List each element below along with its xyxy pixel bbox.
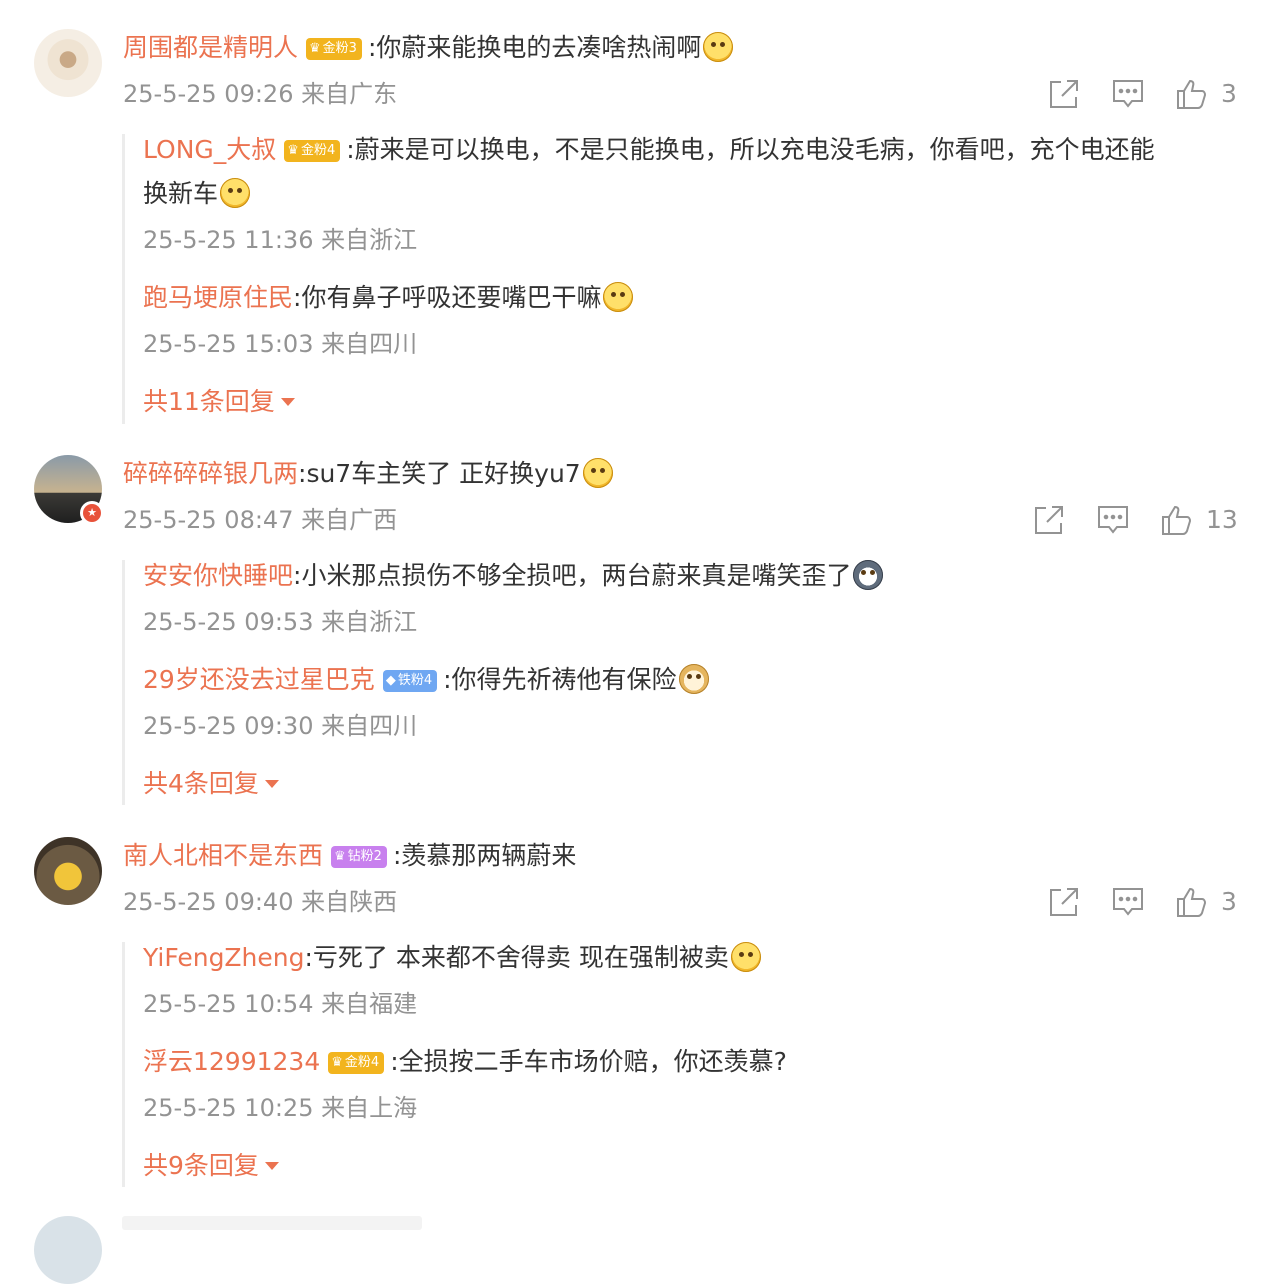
- username[interactable]: 南人北相不是东西: [123, 841, 323, 870]
- avatar[interactable]: [34, 1216, 102, 1284]
- comment-actions: 3: [1047, 76, 1237, 112]
- reply-username[interactable]: 安安你快睡吧: [143, 561, 293, 590]
- crying-laughing-face-icon: [730, 942, 761, 972]
- reply-username[interactable]: YiFengZheng: [143, 943, 305, 972]
- reply-line: 29岁还没去过星巴克 ◆ 铁粉4:你得先祈祷他有保险: [143, 663, 709, 697]
- tears-of-joy-face-icon: [582, 458, 613, 488]
- next-comment-peek: [122, 1216, 422, 1230]
- reply-line: 浮云12991234 ♛ 金粉4:全损按二手车市场价赔，你还羡慕?: [143, 1045, 787, 1079]
- comment-icon[interactable]: [1111, 885, 1145, 919]
- comment-text: :羡慕那两辆蔚来: [392, 841, 577, 870]
- reply-meta: 25-5-25 09:30 来自四川: [143, 712, 418, 740]
- reply-text: :全损按二手车市场价赔，你还羡慕?: [390, 1047, 787, 1076]
- reply-line: 安安你快睡吧:小米那点损伤不够全损吧，两台蔚来真是嘴笑歪了: [143, 559, 884, 593]
- comment-meta: 25-5-25 09:26 来自广东: [123, 80, 398, 108]
- caret-down-icon: [280, 398, 295, 406]
- more-replies-link[interactable]: 共9条回复: [143, 1149, 279, 1183]
- comment-meta: 25-5-25 08:47 来自广西: [123, 506, 398, 534]
- caret-down-icon: [264, 1162, 279, 1170]
- comment-line: 周围都是精明人 ♛ 金粉3:你蔚来能换电的去凑啥热闹啊: [123, 31, 734, 65]
- comment-text: :你蔚来能换电的去凑啥热闹啊: [367, 33, 702, 62]
- comment-icon[interactable]: [1096, 503, 1130, 537]
- reply-line: 跑马埂原住民:你有鼻子呼吸还要嘴巴干嘛: [143, 281, 634, 315]
- comment-line: 碎碎碎碎银几两:su7车主笑了 正好换yu7: [123, 457, 613, 491]
- reply-text: :蔚来是可以换电，不是只能换电，所以充电没毛病，你看吧，充个电还能: [346, 135, 1155, 164]
- avatar[interactable]: [34, 837, 102, 905]
- like-count: 3: [1221, 79, 1237, 108]
- like-icon[interactable]: [1175, 885, 1209, 919]
- reply-text-cont: 换新车: [143, 179, 219, 208]
- crown-icon: ♛: [309, 41, 321, 56]
- caret-down-icon: [264, 780, 279, 788]
- comment-actions: 13: [1032, 502, 1238, 538]
- reply-meta: 25-5-25 15:03 来自四川: [143, 330, 418, 358]
- like-icon[interactable]: [1175, 77, 1209, 111]
- reply-meta: 25-5-25 10:54 来自福建: [143, 990, 418, 1018]
- share-icon[interactable]: [1047, 885, 1081, 919]
- comment-text: :su7车主笑了 正好换yu7: [298, 459, 581, 488]
- diamond-gem-icon: ◆: [385, 673, 396, 688]
- comment-line: 南人北相不是东西 ♛ 钻粉2:羡慕那两辆蔚来: [123, 839, 576, 873]
- like-count: 13: [1206, 505, 1238, 534]
- verified-badge-icon: ★: [80, 501, 104, 525]
- husky-face-icon: [853, 560, 884, 590]
- share-icon[interactable]: [1047, 77, 1081, 111]
- fan-badge[interactable]: ♛ 钻粉2: [331, 846, 387, 868]
- username[interactable]: 周围都是精明人: [123, 33, 298, 62]
- reply-divider: [122, 942, 125, 1187]
- crying-laughing-face-icon: [220, 178, 251, 208]
- reply-text: :你得先祈祷他有保险: [443, 665, 677, 694]
- reply-username[interactable]: 浮云12991234: [143, 1047, 320, 1076]
- doge-face-icon: [678, 664, 709, 694]
- reply-meta: 25-5-25 09:53 来自浙江: [143, 608, 418, 636]
- reply-text: :小米那点损伤不够全损吧，两台蔚来真是嘴笑歪了: [293, 561, 852, 590]
- like-icon[interactable]: [1160, 503, 1194, 537]
- crown-icon: ♛: [287, 143, 299, 158]
- reply-username[interactable]: 跑马埂原住民: [143, 283, 293, 312]
- reply-meta: 25-5-25 10:25 来自上海: [143, 1094, 418, 1122]
- reply-divider: [122, 134, 125, 424]
- reply-line-cont: 换新车: [143, 177, 251, 211]
- reply-text: :亏死了 本来都不舍得卖 现在强制被卖: [304, 943, 729, 972]
- fan-badge[interactable]: ♛ 金粉3: [306, 38, 362, 60]
- fan-badge[interactable]: ♛ 金粉4: [284, 140, 341, 162]
- comment-actions: 3: [1047, 884, 1237, 920]
- comment-icon[interactable]: [1111, 77, 1145, 111]
- shush-face-icon: [603, 282, 634, 312]
- reply-line: YiFengZheng:亏死了 本来都不舍得卖 现在强制被卖: [143, 941, 761, 975]
- username[interactable]: 碎碎碎碎银几两: [123, 459, 298, 488]
- like-count: 3: [1221, 887, 1237, 916]
- share-icon[interactable]: [1032, 503, 1066, 537]
- reply-text: :你有鼻子呼吸还要嘴巴干嘛: [293, 283, 602, 312]
- comment-meta: 25-5-25 09:40 来自陕西: [123, 888, 398, 916]
- avatar[interactable]: [34, 29, 102, 97]
- more-replies-link[interactable]: 共11条回复: [143, 385, 295, 419]
- crown-icon: ♛: [334, 849, 346, 864]
- reply-line: LONG_大叔 ♛ 金粉4:蔚来是可以换电，不是只能换电，所以充电没毛病，你看吧，充…: [143, 133, 1155, 167]
- reply-username[interactable]: LONG_大叔: [143, 135, 276, 164]
- reply-meta: 25-5-25 11:36 来自浙江: [143, 226, 418, 254]
- fan-badge[interactable]: ♛ 金粉4: [328, 1052, 385, 1074]
- crown-icon: ♛: [331, 1055, 343, 1070]
- cold-sweat-face-icon: [703, 32, 734, 62]
- reply-divider: [122, 560, 125, 805]
- reply-username[interactable]: 29岁还没去过星巴克: [143, 665, 375, 694]
- more-replies-link[interactable]: 共4条回复: [143, 767, 279, 801]
- fan-badge[interactable]: ◆ 铁粉4: [382, 670, 438, 692]
